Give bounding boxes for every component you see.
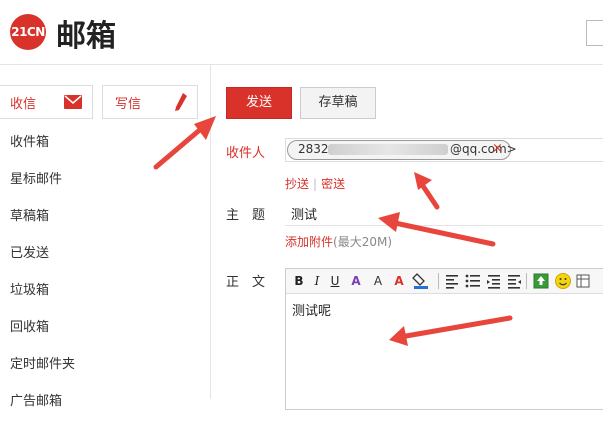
font-color-icon[interactable]: A [390, 272, 408, 290]
recipient-chip-prefix: 2832 [298, 142, 329, 156]
bcc-link[interactable]: 密送 [321, 177, 345, 191]
body-label: 正 文 [226, 275, 266, 290]
folder-starred[interactable]: 星标邮件 [0, 166, 210, 203]
toolbar-separator [438, 273, 439, 289]
recipient-chip-suffix: @qq.com> [450, 142, 517, 156]
send-button[interactable]: 发送 [226, 87, 292, 119]
cc-separator: | [313, 177, 318, 191]
write-button-label: 写信 [115, 97, 142, 112]
inbox-button[interactable]: 收信 [0, 85, 93, 119]
folder-list: 收件箱 星标邮件 草稿箱 已发送 垃圾箱 回收箱 定时邮件夹 广告邮箱 [0, 129, 210, 425]
cc-link[interactable]: 抄送 [285, 177, 309, 191]
header-search-box-edge[interactable] [586, 20, 603, 46]
align-left-icon[interactable] [444, 272, 460, 290]
logo-text: 邮箱 [56, 19, 116, 54]
bullet-list-icon[interactable] [464, 272, 482, 290]
app-header: 21CN 邮箱 [0, 0, 603, 65]
sidebar-action-row: 收信 写信 [0, 85, 210, 119]
table-icon[interactable] [576, 272, 590, 290]
bold-icon[interactable]: B [292, 272, 306, 290]
folder-ads[interactable]: 广告邮箱 [0, 388, 210, 425]
attachment-size-note: (最大20M) [333, 235, 393, 249]
inbox-button-label: 收信 [10, 97, 37, 112]
folder-drafts[interactable]: 草稿箱 [0, 203, 210, 240]
sidebar: 收信 写信 收件箱 星标邮件 草稿箱 已发送 垃圾箱 回收箱 定时邮件夹 广告邮… [0, 65, 211, 409]
cc-links: 抄送 | 密送 [285, 175, 345, 192]
editor-toolbar: B I U A A A [286, 269, 603, 294]
subject-underline [285, 225, 603, 226]
rich-text-editor[interactable]: B I U A A A 测试呢 [285, 268, 603, 410]
indent-icon[interactable] [506, 272, 522, 290]
folder-trash[interactable]: 回收箱 [0, 314, 210, 351]
subject-label: 主 题 [226, 208, 266, 223]
recipient-field[interactable]: 2832 @qq.com> × [285, 138, 603, 162]
folder-scheduled[interactable]: 定时邮件夹 [0, 351, 210, 388]
font-size-icon[interactable]: A [370, 272, 386, 290]
write-button[interactable]: 写信 [102, 85, 198, 119]
logo-badge: 21CN [10, 14, 46, 50]
pencil-icon [175, 93, 187, 111]
folder-inbox[interactable]: 收件箱 [0, 129, 210, 166]
editor-body-text[interactable]: 测试呢 [292, 300, 331, 319]
redacted-address [328, 144, 448, 155]
font-family-icon[interactable]: A [346, 272, 366, 290]
insert-image-icon[interactable] [532, 272, 550, 290]
recipient-chip[interactable]: 2832 @qq.com> × [287, 140, 517, 160]
subject-input[interactable]: 测试 [291, 204, 317, 223]
remove-recipient-icon[interactable]: × [492, 141, 503, 156]
underline-icon[interactable]: U [328, 272, 342, 290]
recipient-label: 收件人 [226, 146, 266, 161]
attachment-row: 添加附件(最大20M) [285, 233, 392, 250]
toolbar-separator [526, 273, 527, 289]
save-draft-button[interactable]: 存草稿 [300, 87, 376, 119]
envelope-icon [64, 95, 82, 109]
italic-icon[interactable]: I [310, 272, 324, 290]
folder-sent[interactable]: 已发送 [0, 240, 210, 277]
compose-panel: 发送 存草稿 收件人 2832 @qq.com> × 抄送 | 密送 主 题 测试 … [211, 65, 603, 410]
emoji-icon[interactable] [554, 272, 572, 290]
outdent-icon[interactable] [486, 272, 502, 290]
add-attachment-link[interactable]: 添加附件 [285, 235, 333, 249]
highlight-color-icon[interactable] [412, 272, 434, 290]
folder-spam[interactable]: 垃圾箱 [0, 277, 210, 314]
